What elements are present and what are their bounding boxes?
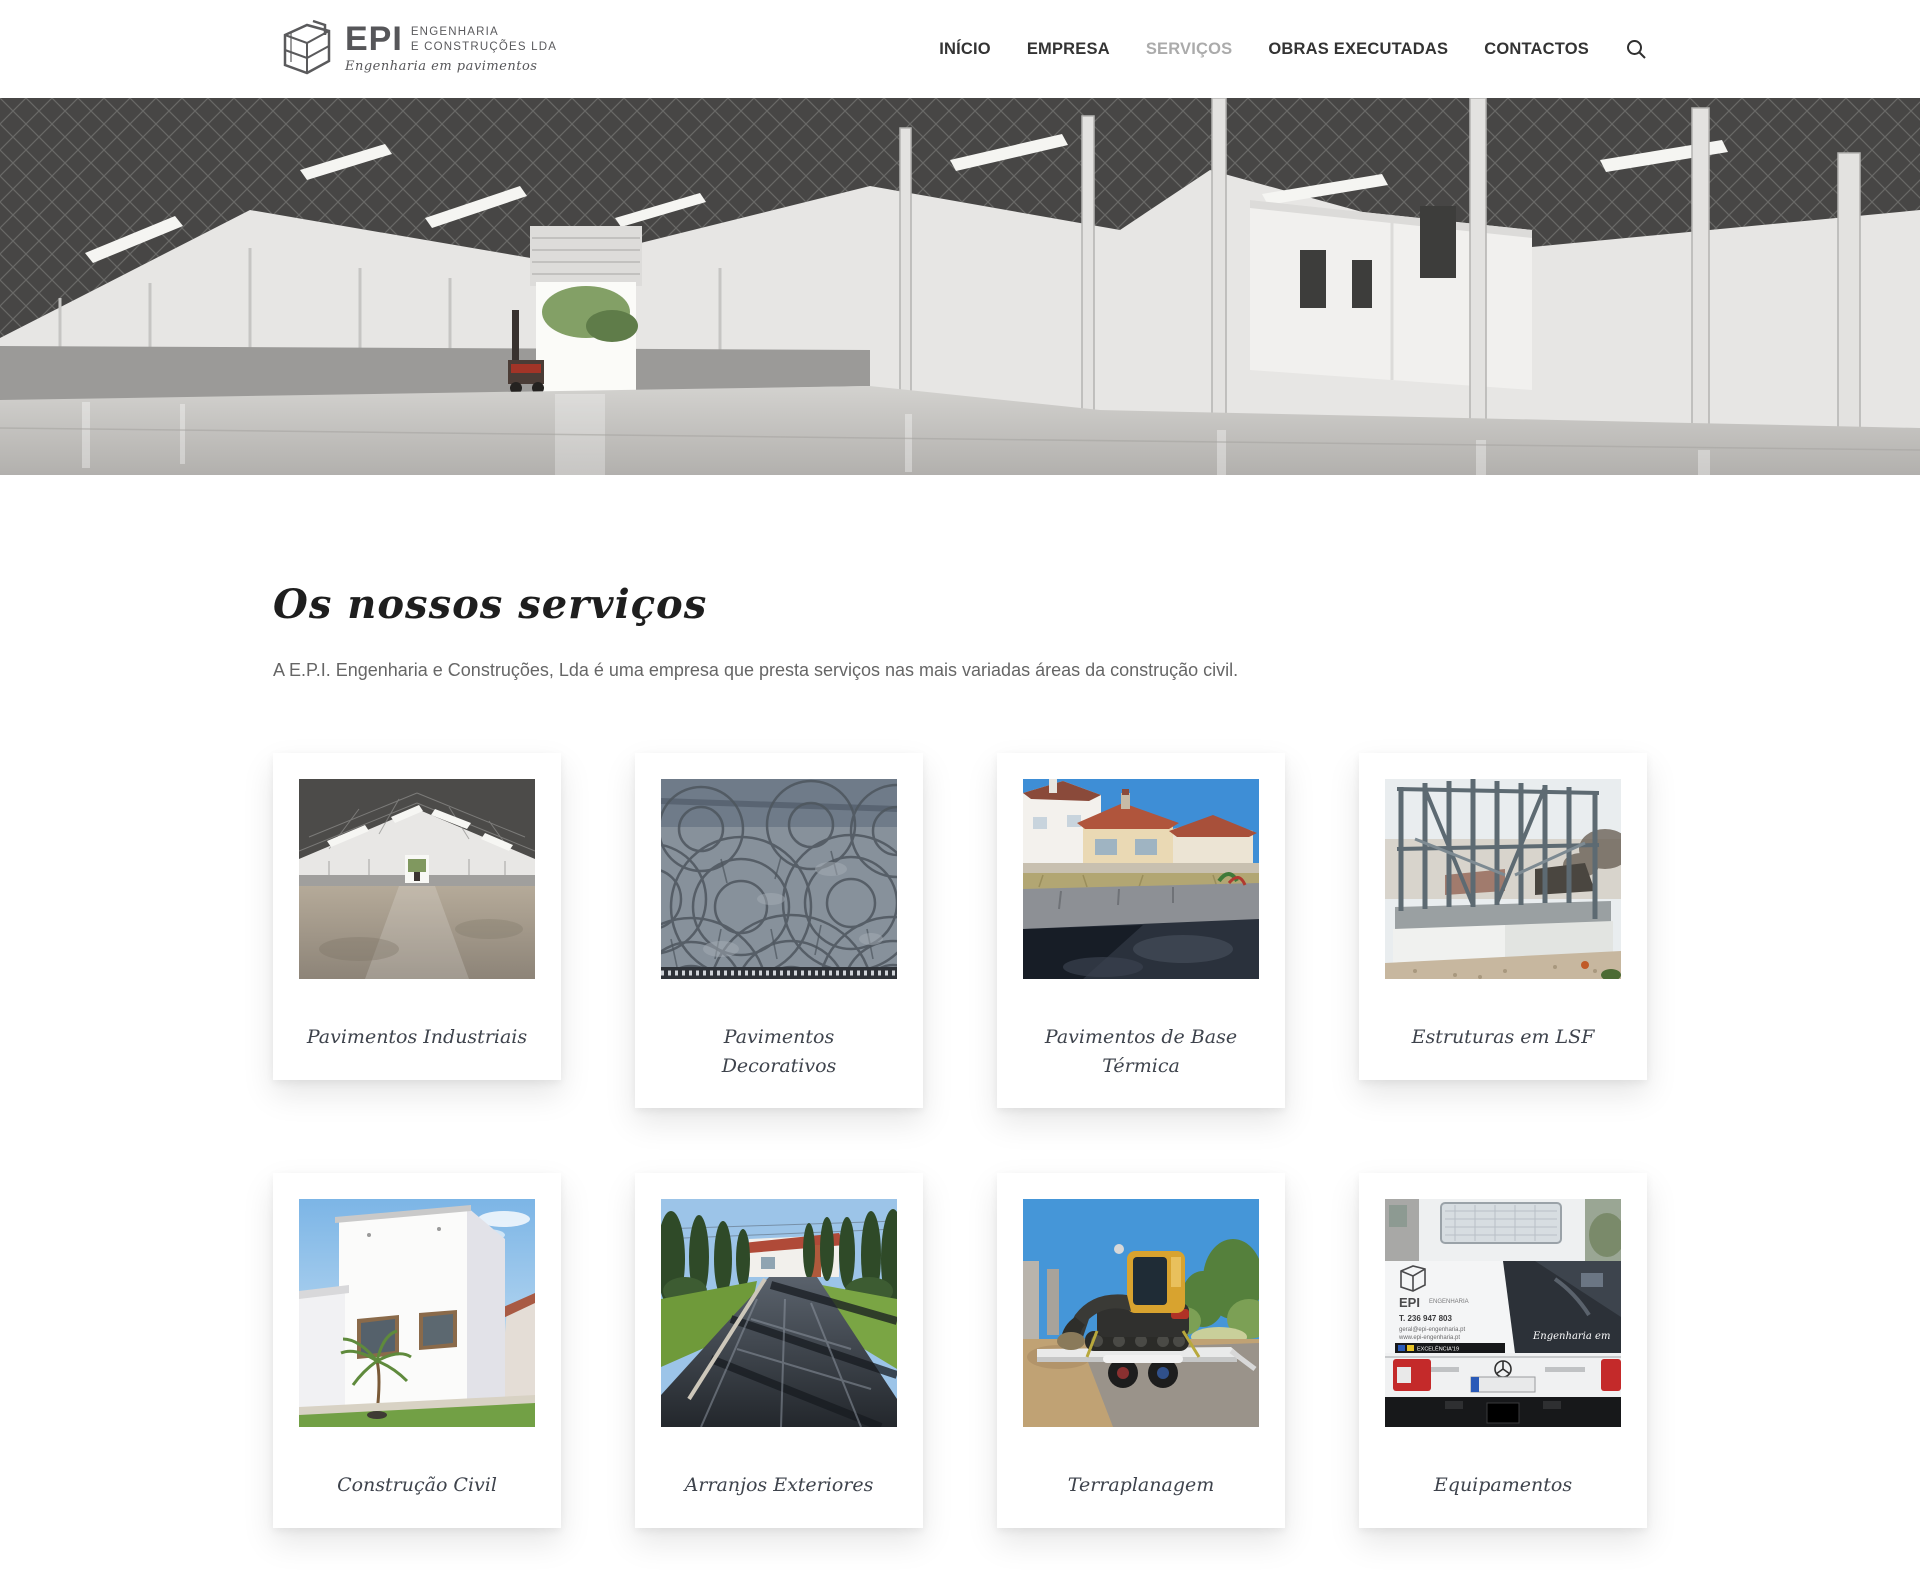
photo-stamped-concrete-fan <box>661 779 897 979</box>
hero-photo-warehouse <box>0 98 1920 475</box>
service-card-construcao-civil[interactable]: Construção Civil <box>273 1173 561 1528</box>
card-caption: Arranjos Exteriores <box>661 1471 897 1500</box>
services-grid: Pavimentos Industriais <box>273 753 1647 1528</box>
nav-item-inicio[interactable]: INÍCIO <box>939 40 991 59</box>
card-caption: Estruturas em LSF <box>1385 1023 1621 1052</box>
service-card-arranjos-exteriores[interactable]: Arranjos Exteriores <box>635 1173 923 1528</box>
photo-epi-truck-rear: Engenharia em EPI ENGENHARIA T. 236 947 … <box>1385 1199 1621 1427</box>
main-nav: INÍCIO EMPRESA SERVIÇOS OBRAS EXECUTADAS… <box>939 38 1647 60</box>
nav-item-obras-executadas[interactable]: OBRAS EXECUTADAS <box>1268 40 1448 59</box>
service-card-pavimentos-decorativos[interactable]: Pavimentos Decorativos <box>635 753 923 1108</box>
photo-warehouse-interior <box>299 779 535 979</box>
services-section: Os nossos serviços A E.P.I. Engenharia e… <box>273 583 1647 1528</box>
section-title: Os nossos serviços <box>273 583 1647 627</box>
truck-phone: T. 236 947 803 <box>1399 1314 1452 1323</box>
logo-brand: EPI <box>345 24 403 55</box>
photo-modern-white-house <box>299 1199 535 1427</box>
search-icon[interactable] <box>1625 38 1647 60</box>
truck-brand-sub: ENGENHARIA <box>1429 1299 1469 1305</box>
card-caption: Pavimentos Decorativos <box>661 1023 897 1080</box>
nav-item-contactos[interactable]: CONTACTOS <box>1484 40 1589 59</box>
photo-thermal-base-site <box>1023 779 1259 979</box>
photo-stamped-driveway <box>661 1199 897 1427</box>
service-card-pavimentos-base-termica[interactable]: Pavimentos de Base Térmica <box>997 753 1285 1108</box>
nav-item-servicos[interactable]: SERVIÇOS <box>1146 40 1233 59</box>
site-header: EPI ENGENHARIA E CONSTRUÇÕES LDA Engenha… <box>0 0 1920 98</box>
site-logo[interactable]: EPI ENGENHARIA E CONSTRUÇÕES LDA Engenha… <box>273 17 557 81</box>
photo-excavator-on-trailer <box>1023 1199 1259 1427</box>
logo-tagline: Engenharia em pavimentos <box>345 59 557 74</box>
card-caption: Terraplanagem <box>1023 1471 1259 1500</box>
service-card-equipamentos[interactable]: Engenharia em EPI ENGENHARIA T. 236 947 … <box>1359 1173 1647 1528</box>
card-caption: Pavimentos Industriais <box>299 1023 535 1052</box>
truck-script-text: Engenharia em <box>1532 1331 1610 1342</box>
truck-email: geral@epi-engenharia.pt <box>1399 1327 1465 1333</box>
service-card-estruturas-lsf[interactable]: Estruturas em LSF <box>1359 753 1647 1080</box>
section-subtitle: A E.P.I. Engenharia e Construções, Lda é… <box>273 660 1647 681</box>
logo-text: EPI ENGENHARIA E CONSTRUÇÕES LDA Engenha… <box>345 24 557 74</box>
service-card-pavimentos-industriais[interactable]: Pavimentos Industriais <box>273 753 561 1080</box>
truck-brand: EPI <box>1399 1295 1420 1310</box>
service-card-terraplanagem[interactable]: Terraplanagem <box>997 1173 1285 1528</box>
truck-website: www.epi-engenharia.pt <box>1398 1335 1460 1341</box>
truck-badge: EXCELÊNCIA'19 <box>1417 1345 1459 1353</box>
card-caption: Construção Civil <box>299 1471 535 1500</box>
card-caption: Pavimentos de Base Térmica <box>1023 1023 1259 1080</box>
nav-item-empresa[interactable]: EMPRESA <box>1027 40 1110 59</box>
logo-line2: E CONSTRUÇÕES LDA <box>411 40 557 54</box>
photo-light-steel-framing <box>1385 779 1621 979</box>
card-caption: Equipamentos <box>1385 1471 1621 1500</box>
logo-line1: ENGENHARIA <box>411 25 557 39</box>
logo-cube-icon <box>273 17 335 81</box>
